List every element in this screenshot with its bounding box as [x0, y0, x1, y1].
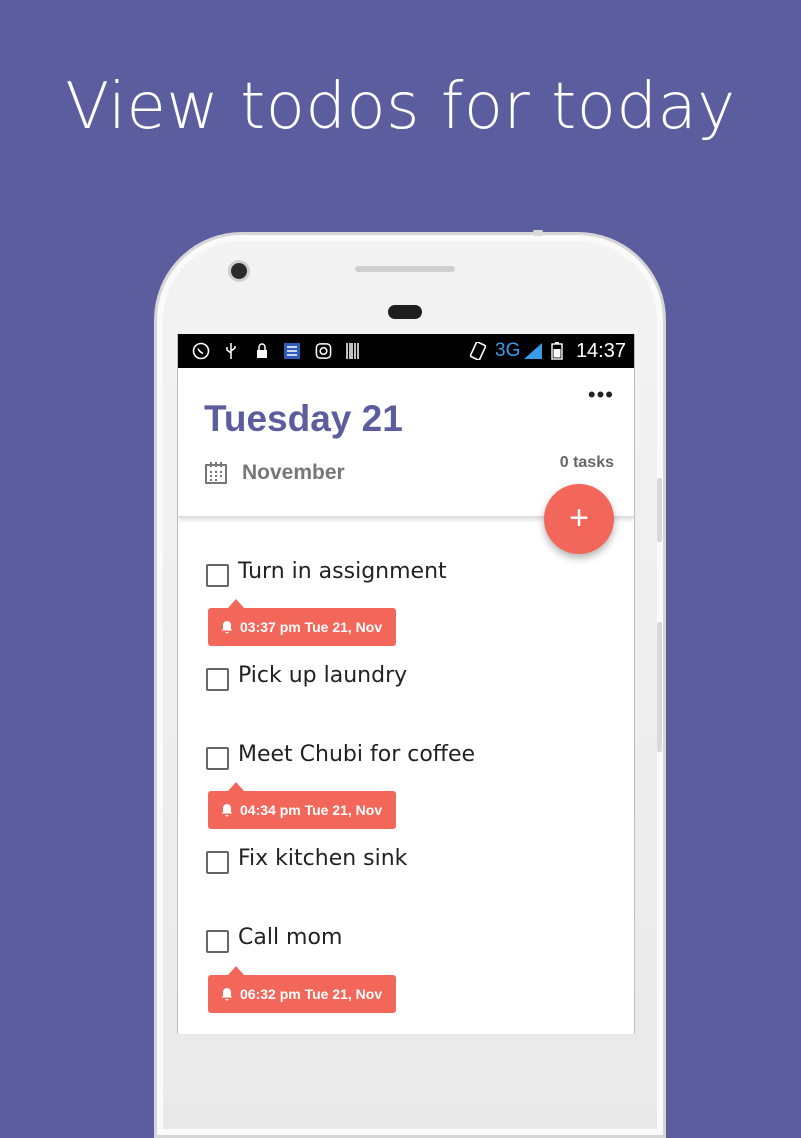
- rotate-icon: [469, 342, 487, 360]
- overflow-menu-button[interactable]: •••: [588, 384, 614, 406]
- task-checkbox[interactable]: [206, 668, 229, 691]
- task-count: 0 tasks: [559, 454, 614, 471]
- phone-volume-button: [657, 622, 662, 752]
- task-label[interactable]: Pick up laundry: [238, 663, 407, 688]
- whatsapp-icon: [192, 342, 210, 360]
- reminder-time: 03:37 pm Tue 21, Nov: [240, 619, 383, 635]
- signal-icon: [524, 343, 542, 359]
- app-screen: 3G 14:37 Tuesday 21 ••• 0 tasks November…: [177, 334, 635, 1034]
- add-task-button[interactable]: +: [544, 484, 614, 554]
- earpiece-speaker: [355, 266, 455, 272]
- page-title: Tuesday 21: [204, 398, 403, 439]
- alarm-icon: [221, 804, 233, 817]
- task-label[interactable]: Turn in assignment: [238, 559, 447, 584]
- status-time: 14:37: [575, 340, 626, 362]
- alarm-icon: [221, 988, 233, 1001]
- calendar-icon[interactable]: [204, 461, 228, 485]
- reminder-badge[interactable]: 03:37 pm Tue 21, Nov: [208, 599, 396, 646]
- task-checkbox[interactable]: [206, 851, 229, 874]
- battery-icon: [551, 342, 563, 360]
- reminder-time: 04:34 pm Tue 21, Nov: [240, 802, 383, 818]
- task-checkbox[interactable]: [206, 564, 229, 587]
- phone-top-button: [533, 230, 543, 236]
- phone-side-button: [657, 478, 662, 542]
- reminder-badge[interactable]: 04:34 pm Tue 21, Nov: [208, 782, 396, 829]
- reminder-badge[interactable]: 06:32 pm Tue 21, Nov: [208, 966, 396, 1013]
- usb-icon: [226, 343, 236, 359]
- task-label[interactable]: Fix kitchen sink: [238, 846, 407, 871]
- lock-icon: [257, 343, 267, 358]
- task-checkbox[interactable]: [206, 747, 229, 770]
- alarm-icon: [221, 621, 233, 634]
- instagram-icon: [315, 343, 332, 359]
- month-label[interactable]: November: [242, 461, 345, 485]
- front-camera: [231, 263, 247, 279]
- headline: View todos for today: [65, 70, 736, 144]
- status-bar: 3G 14:37: [178, 334, 634, 368]
- task-checkbox[interactable]: [206, 930, 229, 953]
- task-label[interactable]: Meet Chubi for coffee: [238, 742, 475, 767]
- proximity-sensor: [388, 305, 422, 319]
- network-type: 3G: [495, 340, 521, 361]
- barcode-icon: [346, 343, 359, 359]
- task-label[interactable]: Call mom: [238, 925, 342, 950]
- reminder-time: 06:32 pm Tue 21, Nov: [240, 986, 383, 1002]
- list-app-icon: [284, 343, 300, 359]
